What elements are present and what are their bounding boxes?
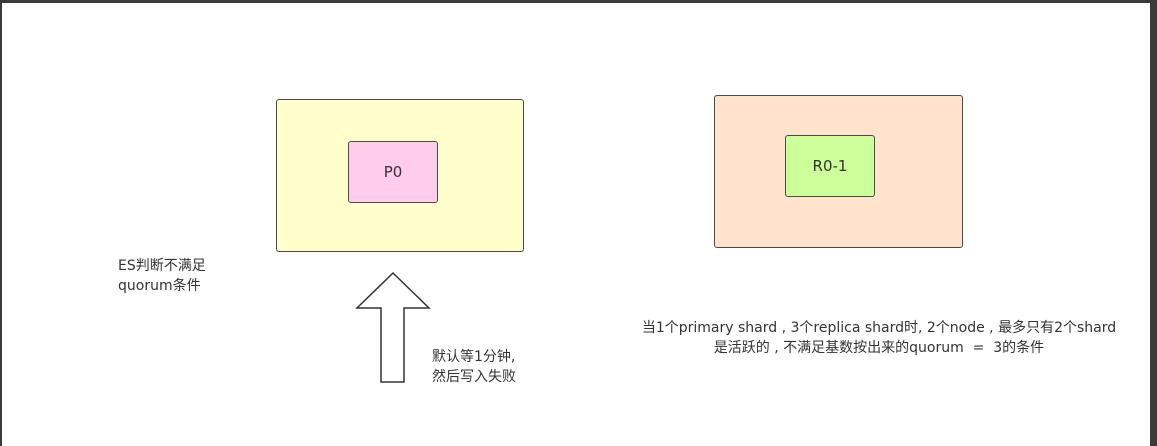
quorum-condition-note: 当1个primary shard , 3个replica shard时, 2个n… (641, 320, 1117, 356)
primary-shard-label: P0 (383, 163, 403, 181)
up-arrow-icon (355, 271, 431, 383)
replica-shard-r0-1: R0-1 (785, 135, 875, 197)
replica-shard-label: R0-1 (812, 157, 848, 175)
primary-shard-p0: P0 (348, 141, 438, 203)
window-frame-left (0, 0, 2, 446)
window-frame-top (0, 0, 1157, 3)
es-quorum-note: ES判断不满足 quorum条件 (118, 258, 206, 294)
wait-timeout-note: 默认等1分钟, 然后写入失败 (432, 349, 516, 385)
window-frame-right (1150, 0, 1157, 446)
